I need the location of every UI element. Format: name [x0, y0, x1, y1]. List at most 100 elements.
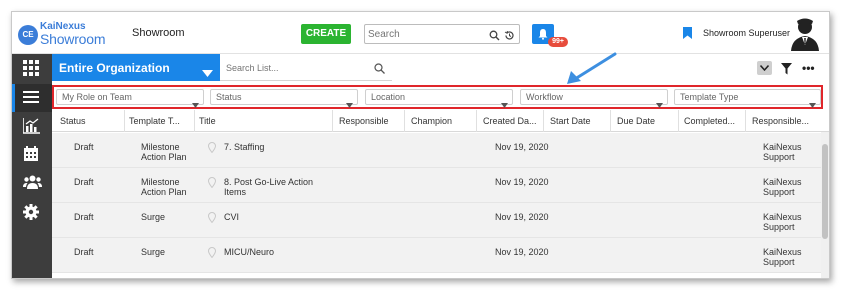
cell-line: Milestone — [141, 142, 180, 152]
cell-status: Draft — [74, 212, 94, 222]
column-header-title[interactable]: Title — [199, 116, 329, 126]
pin-icon — [208, 142, 216, 153]
column-header-due-date[interactable]: Due Date — [617, 116, 677, 126]
filter-location[interactable]: Location — [365, 89, 513, 108]
table-row[interactable]: Draft Milestone Action Plan 8. Post Go-Li… — [52, 168, 829, 203]
cell-line: KaiNexus — [763, 177, 802, 187]
history-icon[interactable] — [504, 28, 515, 46]
more-options-button[interactable]: ••• — [802, 61, 815, 75]
filter-icon[interactable] — [781, 62, 792, 80]
user-name[interactable]: Showroom Superuser — [703, 28, 790, 38]
column-header-created-date[interactable]: Created Da... — [483, 116, 543, 126]
organization-selector[interactable]: Entire Organization — [52, 54, 220, 81]
table-row[interactable]: Draft Surge CVI Nov 19, 2020 KaiNexus Sup… — [52, 203, 829, 238]
column-header-status[interactable]: Status — [60, 116, 118, 126]
avatar[interactable] — [789, 17, 821, 51]
column-header-completed[interactable]: Completed... — [684, 116, 744, 126]
column-header-template-type[interactable]: Template T... — [129, 116, 191, 126]
column-header-responsible-team[interactable]: Responsible... — [752, 116, 818, 126]
column-header-responsible[interactable]: Responsible — [339, 116, 401, 126]
filter-label: Template Type — [680, 92, 739, 102]
gear-icon — [23, 204, 39, 220]
cell-responsible-team: KaiNexus Support — [763, 247, 802, 267]
cell-line: Items — [224, 187, 247, 197]
sidebar — [12, 54, 52, 278]
cell-line: KaiNexus — [763, 212, 802, 222]
cell-line: 8. Post Go-Live Action — [224, 177, 314, 187]
cell-status: Draft — [74, 177, 94, 187]
cell-title[interactable]: CVI — [224, 212, 239, 222]
scrollbar-thumb[interactable] — [822, 144, 828, 239]
cell-line: CVI — [224, 212, 240, 222]
vertical-scrollbar[interactable] — [821, 132, 829, 278]
cell-line: 7. Staffing — [224, 142, 265, 152]
cell-line: Surge — [141, 212, 166, 222]
cell-created-date: Nov 19, 2020 — [495, 177, 549, 187]
sidebar-item-settings[interactable] — [12, 198, 52, 226]
list-search[interactable] — [220, 54, 392, 81]
notification-badge: 99+ — [548, 37, 568, 47]
filter-label: Status — [216, 92, 242, 102]
cell-responsible-team: KaiNexus Support — [763, 177, 802, 197]
apps-grid-icon — [23, 60, 39, 76]
logo[interactable]: CE KaiNexus Showroom — [18, 20, 118, 48]
cell-created-date: Nov 19, 2020 — [495, 247, 549, 257]
list-search-input[interactable] — [226, 61, 366, 75]
logo-product: Showroom — [40, 31, 106, 47]
collapse-button[interactable] — [757, 61, 772, 75]
cell-line: KaiNexus — [763, 247, 802, 257]
pin-icon — [208, 212, 216, 223]
global-search[interactable] — [364, 24, 520, 44]
list-icon — [23, 91, 39, 103]
chevron-down-icon — [760, 65, 769, 71]
cell-template-type: Milestone Action Plan — [141, 177, 187, 197]
bookmark-icon[interactable] — [683, 26, 692, 44]
filter-workflow[interactable]: Workflow — [520, 89, 668, 108]
chevron-down-icon — [202, 64, 213, 82]
cell-responsible-team: KaiNexus Support — [763, 212, 802, 232]
sidebar-item-apps[interactable] — [12, 54, 52, 82]
people-icon — [23, 175, 42, 189]
filter-my-role-on-team[interactable]: My Role on Team — [56, 89, 204, 108]
column-header-start-date[interactable]: Start Date — [550, 116, 610, 126]
table-row[interactable]: Draft Surge MICU/Neuro Nov 19, 2020 KaiN… — [52, 238, 829, 273]
cell-title[interactable]: MICU/Neuro — [224, 247, 274, 257]
search-input[interactable] — [368, 27, 478, 41]
app-name: Showroom — [132, 27, 185, 39]
sidebar-item-reports[interactable] — [12, 112, 52, 140]
cell-line: Support — [763, 222, 795, 232]
sidebar-item-people[interactable] — [12, 169, 52, 197]
cell-line: Support — [763, 257, 795, 267]
cell-line: Support — [763, 152, 795, 162]
filter-template-type[interactable]: Template Type — [674, 89, 821, 108]
filter-status[interactable]: Status — [210, 89, 358, 108]
pin-icon — [208, 247, 216, 258]
logo-badge: CE — [18, 25, 38, 45]
cell-title[interactable]: 7. Staffing — [224, 142, 264, 152]
column-header-champion[interactable]: Champion — [411, 116, 473, 126]
cell-line: Support — [763, 187, 795, 197]
search-icon[interactable] — [489, 28, 500, 46]
table-row[interactable]: Draft Milestone Action Plan 7. Staffing N… — [52, 133, 829, 168]
cell-line: Action Plan — [141, 187, 187, 197]
cell-status: Draft — [74, 247, 94, 257]
cell-responsible-team: KaiNexus Support — [763, 142, 802, 162]
create-button[interactable]: CREATE — [301, 24, 351, 44]
filter-row: My Role on Team Status Location Workflow… — [52, 85, 823, 109]
annotation-arrow — [567, 52, 617, 84]
filter-label: My Role on Team — [62, 92, 132, 102]
cell-created-date: Nov 19, 2020 — [495, 212, 549, 222]
cell-line: Surge — [141, 247, 166, 257]
filter-label: Location — [371, 92, 406, 102]
app-window: CE KaiNexus Showroom Showroom CREATE 99+… — [11, 11, 830, 279]
table-header: Status Template T... Title Responsible C… — [52, 110, 829, 132]
filter-label: Workflow — [526, 92, 563, 102]
sidebar-item-list[interactable] — [12, 84, 52, 112]
chart-icon — [23, 118, 40, 134]
search-icon[interactable] — [374, 61, 385, 79]
cell-line: MICU/Neuro — [224, 247, 275, 257]
organization-title: Entire Organization — [59, 61, 170, 75]
cell-status: Draft — [74, 142, 94, 152]
cell-title[interactable]: 8. Post Go-Live Action Items — [224, 177, 313, 197]
sidebar-item-calendar[interactable] — [12, 140, 52, 168]
